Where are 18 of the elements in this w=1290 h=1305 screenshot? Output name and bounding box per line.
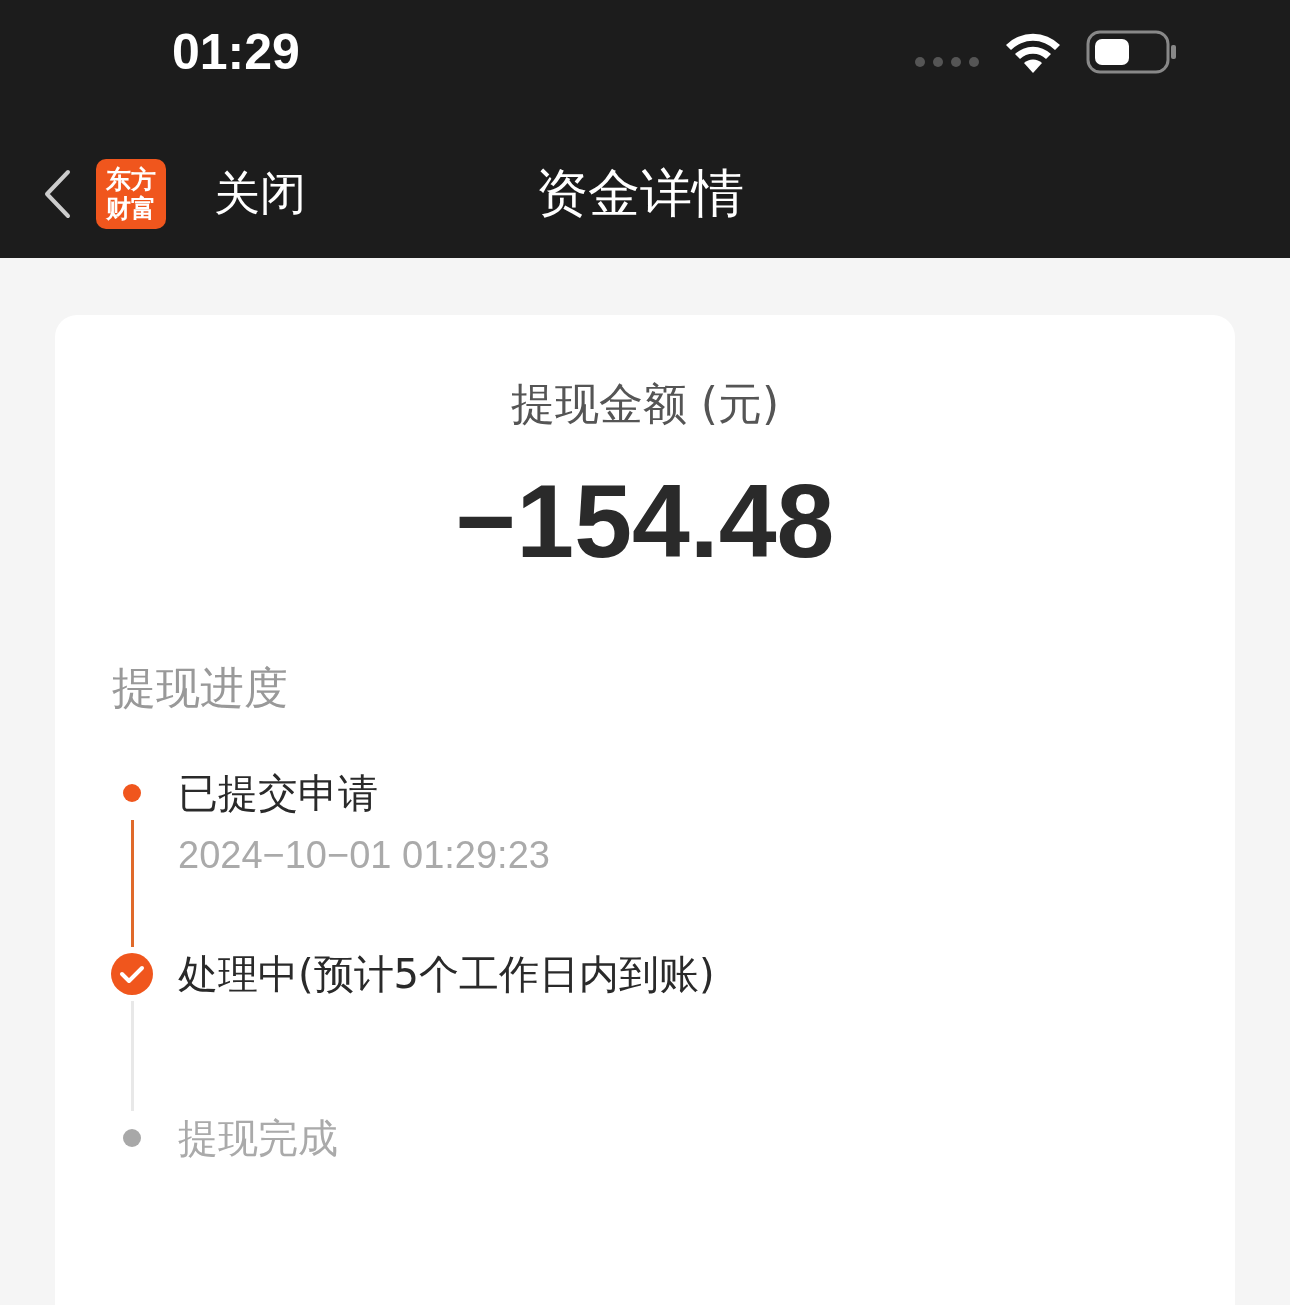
battery-icon (1086, 30, 1178, 74)
amount-label: 提现金额 (元) (509, 377, 781, 431)
amount-value: −154.48 (454, 462, 836, 581)
step-title: 处理中(预计5个工作日内到账) (178, 950, 715, 999)
step-dot (123, 1129, 141, 1147)
section-title: 提现进度 (112, 661, 289, 715)
step-dot (123, 784, 141, 802)
page-title: 资金详情 (536, 162, 744, 225)
signal-icon (914, 56, 980, 68)
app-logo: 东方财富 (96, 159, 166, 229)
wifi-icon (1004, 31, 1062, 73)
status-time: 01:29 (172, 23, 300, 81)
check-circle-icon (110, 952, 154, 996)
back-button[interactable] (42, 169, 72, 219)
close-button[interactable]: 关闭 (214, 163, 306, 225)
step-title: 提现完成 (178, 1114, 338, 1163)
step-title: 已提交申请 (178, 769, 379, 818)
step-time: 2024−10−01 01:29:23 (178, 834, 550, 877)
